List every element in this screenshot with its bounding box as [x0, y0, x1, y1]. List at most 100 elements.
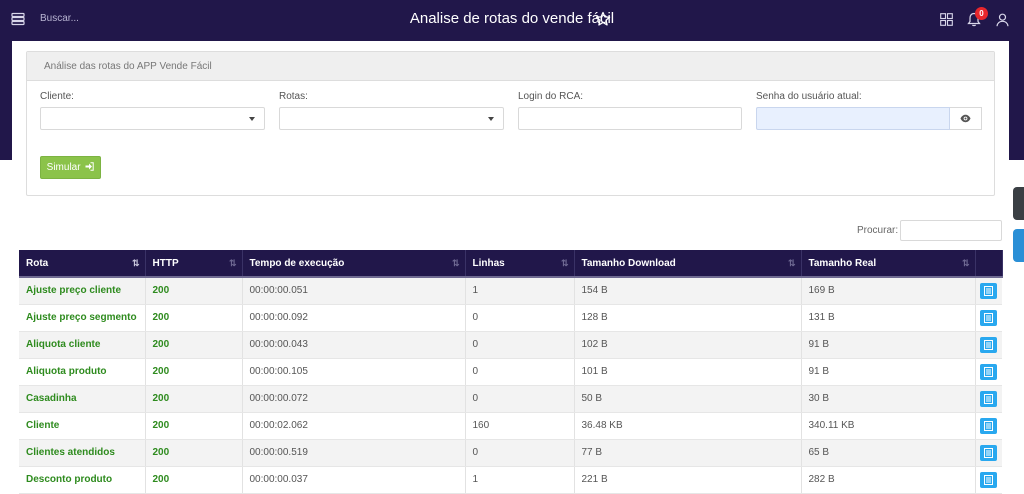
lines-cell: 1: [465, 466, 575, 494]
route-name-cell: Aliquota produto: [19, 358, 146, 386]
download-size-cell: 154 B: [574, 277, 802, 305]
rotas-select[interactable]: [279, 107, 504, 130]
execution-time-cell: 00:00:00.092: [242, 304, 466, 332]
lines-cell: 0: [465, 358, 575, 386]
route-name-cell: Aliquota cliente: [19, 331, 146, 359]
table-row: Clientes atendidos 200 00:00:00.519 0 77 B 65…: [19, 439, 1002, 467]
sort-icon: ⇅: [961, 258, 969, 268]
list-icon: [984, 313, 994, 323]
table-row: Desconto produto 200 00:00:00.037 1 221 B 282…: [19, 466, 1002, 494]
download-size-cell: 50 B: [574, 385, 802, 413]
side-panel-toggle-tab[interactable]: [1013, 187, 1024, 220]
http-status-cell: 200: [145, 277, 243, 305]
real-size-cell: 30 B: [801, 385, 976, 413]
list-icon: [984, 394, 994, 404]
list-icon: [984, 475, 994, 485]
details-button[interactable]: [980, 310, 998, 326]
column-header-real[interactable]: Tamanho Real ⇅: [801, 250, 976, 277]
top-navbar: Buscar... Analise de rotas do vende fáci…: [0, 0, 1024, 40]
details-button[interactable]: [980, 472, 998, 488]
list-icon: [984, 367, 994, 377]
details-button[interactable]: [980, 418, 998, 434]
column-header-linhas[interactable]: Linhas ⇅: [465, 250, 575, 277]
actions-cell: [975, 304, 1002, 332]
sign-in-icon: [85, 162, 95, 171]
grid-icon[interactable]: [940, 13, 953, 26]
execution-time-cell: 00:00:02.062: [242, 412, 466, 440]
column-header-http[interactable]: HTTP ⇅: [145, 250, 243, 277]
details-button[interactable]: [980, 445, 998, 461]
cliente-label: Cliente:: [40, 91, 74, 102]
simulate-button[interactable]: Simular: [40, 156, 101, 179]
lines-cell: 0: [465, 385, 575, 413]
rotas-label: Rotas:: [279, 91, 308, 102]
real-size-cell: 282 B: [801, 466, 976, 494]
execution-time-cell: 00:00:00.051: [242, 277, 466, 305]
user-icon[interactable]: [996, 13, 1009, 27]
real-size-cell: 91 B: [801, 358, 976, 386]
download-size-cell: 128 B: [574, 304, 802, 332]
star-icon[interactable]: [595, 11, 611, 27]
execution-time-cell: 00:00:00.072: [242, 385, 466, 413]
sort-icon: ⇅: [451, 258, 459, 268]
table-row: Ajuste preço segmento 200 00:00:00.092 0 128…: [19, 304, 1002, 332]
real-size-cell: 131 B: [801, 304, 976, 332]
list-icon: [984, 421, 994, 431]
menu-icon[interactable]: [11, 12, 25, 26]
route-name-cell: Cliente: [19, 412, 146, 440]
table-row: Casadinha 200 00:00:00.072 0 50 B 30 B: [19, 385, 1002, 413]
chevron-down-icon: [249, 117, 255, 121]
list-icon: [984, 340, 994, 350]
column-header-download[interactable]: Tamanho Download ⇅: [574, 250, 802, 277]
lines-cell: 160: [465, 412, 575, 440]
lines-cell: 0: [465, 331, 575, 359]
http-status-cell: 200: [145, 439, 243, 467]
http-status-cell: 200: [145, 331, 243, 359]
http-status-cell: 200: [145, 466, 243, 494]
real-size-cell: 65 B: [801, 439, 976, 467]
execution-time-cell: 00:00:00.037: [242, 466, 466, 494]
route-name-cell: Casadinha: [19, 385, 146, 413]
column-header-tempo[interactable]: Tempo de execução ⇅: [242, 250, 466, 277]
eye-icon: [960, 114, 971, 123]
details-button[interactable]: [980, 364, 998, 380]
page-title: Analise de rotas do vende fácil: [409, 10, 615, 27]
actions-cell: [975, 277, 1002, 305]
details-button[interactable]: [980, 391, 998, 407]
column-header-rota[interactable]: Rota ⇅: [19, 250, 146, 277]
download-size-cell: 36.48 KB: [574, 412, 802, 440]
lines-cell: 0: [465, 439, 575, 467]
login-rca-label: Login do RCA:: [518, 91, 584, 102]
route-name-cell: Clientes atendidos: [19, 439, 146, 467]
http-status-cell: 200: [145, 385, 243, 413]
search-input[interactable]: Buscar...: [40, 13, 79, 24]
real-size-cell: 91 B: [801, 331, 976, 359]
route-name-cell: Ajuste preço cliente: [19, 277, 146, 305]
sort-icon: ⇅: [787, 258, 795, 268]
execution-time-cell: 00:00:00.043: [242, 331, 466, 359]
download-size-cell: 221 B: [574, 466, 802, 494]
details-button[interactable]: [980, 337, 998, 353]
routes-table: Rota ⇅ HTTP ⇅ Tempo de execução ⇅ Linhas ⇅ T…: [19, 250, 1003, 494]
table-search-input[interactable]: [900, 220, 1002, 241]
actions-cell: [975, 358, 1002, 386]
panel-heading: Análise das rotas do APP Vende Fácil: [27, 52, 994, 81]
http-status-cell: 200: [145, 358, 243, 386]
sort-icon: ⇅: [131, 258, 139, 268]
table-row: Aliquota produto 200 00:00:00.105 0 101 B 91 …: [19, 358, 1002, 386]
toggle-password-button[interactable]: [950, 107, 982, 130]
download-size-cell: 101 B: [574, 358, 802, 386]
cliente-select[interactable]: [40, 107, 265, 130]
senha-label: Senha do usuário atual:: [756, 91, 862, 102]
sort-icon: ⇅: [560, 258, 568, 268]
login-rca-input[interactable]: [518, 107, 742, 130]
real-size-cell: 169 B: [801, 277, 976, 305]
senha-input[interactable]: [756, 107, 950, 130]
actions-cell: [975, 439, 1002, 467]
http-status-cell: 200: [145, 304, 243, 332]
table-row: Cliente 200 00:00:02.062 160 36.48 KB 340.11 …: [19, 412, 1002, 440]
http-status-cell: 200: [145, 412, 243, 440]
details-button[interactable]: [980, 283, 998, 300]
side-help-tab[interactable]: [1013, 229, 1024, 262]
route-name-cell: Ajuste preço segmento: [19, 304, 146, 332]
